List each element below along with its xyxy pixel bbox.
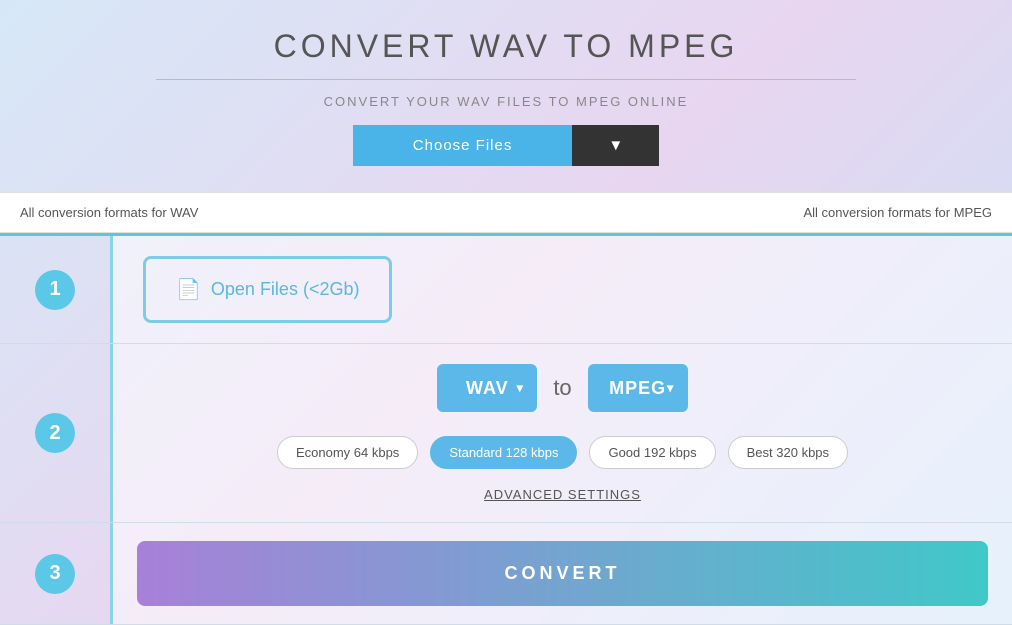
header: CONVERT WAV TO MPEG CONVERT YOUR WAV FIL… <box>0 0 1012 192</box>
step-3-circle: 3 <box>35 554 75 594</box>
to-format-select[interactable]: MPEG <box>588 364 688 412</box>
conversion-links-bar: All conversion formats for WAV All conve… <box>0 192 1012 233</box>
main-content: 1 📄 Open Files (<2Gb) 2 WAV to <box>0 233 1012 625</box>
wav-formats-link[interactable]: All conversion formats for WAV <box>0 193 273 232</box>
step-3-row: 3 CONVERT <box>0 523 1012 625</box>
step-2-content: WAV to MPEG Economy 64 kbps Standard 128… <box>110 344 1012 522</box>
step-1-row: 1 📄 Open Files (<2Gb) <box>0 236 1012 344</box>
file-icon: 📄 <box>176 277 201 302</box>
step-1-circle: 1 <box>35 270 75 310</box>
advanced-settings-link[interactable]: ADVANCED SETTINGS <box>143 487 982 502</box>
quality-good[interactable]: Good 192 kbps <box>589 436 715 469</box>
quality-row: Economy 64 kbps Standard 128 kbps Good 1… <box>143 436 982 469</box>
quality-standard[interactable]: Standard 128 kbps <box>430 436 577 469</box>
convert-button[interactable]: CONVERT <box>137 541 988 606</box>
step-1-number-col: 1 <box>0 236 110 343</box>
quality-economy[interactable]: Economy 64 kbps <box>277 436 418 469</box>
step-1-content: 📄 Open Files (<2Gb) <box>110 236 1012 343</box>
page-title: CONVERT WAV TO MPEG <box>20 28 992 65</box>
to-text: to <box>553 375 571 401</box>
quality-best[interactable]: Best 320 kbps <box>728 436 848 469</box>
divider <box>156 79 856 80</box>
step-2-circle: 2 <box>35 413 75 453</box>
from-format-select[interactable]: WAV <box>437 364 537 412</box>
choose-files-button[interactable]: Choose Files <box>353 125 573 166</box>
format-row: WAV to MPEG <box>143 364 982 412</box>
step-2-row: 2 WAV to MPEG Economy 64 kbps Stan <box>0 344 1012 523</box>
from-format-wrapper: WAV <box>437 364 537 412</box>
step-3-number-col: 3 <box>0 523 110 624</box>
open-files-button[interactable]: 📄 Open Files (<2Gb) <box>143 256 392 323</box>
dropdown-arrow-button[interactable]: ▼ <box>572 125 659 166</box>
subtitle: CONVERT YOUR WAV FILES TO MPEG ONLINE <box>20 94 992 109</box>
mpeg-formats-link[interactable]: All conversion formats for MPEG <box>739 193 1012 232</box>
step-2-number-col: 2 <box>0 344 110 522</box>
to-format-wrapper: MPEG <box>588 364 688 412</box>
upload-button-wrapper: Choose Files ▼ <box>20 125 992 166</box>
step-3-content: CONVERT <box>110 523 1012 624</box>
